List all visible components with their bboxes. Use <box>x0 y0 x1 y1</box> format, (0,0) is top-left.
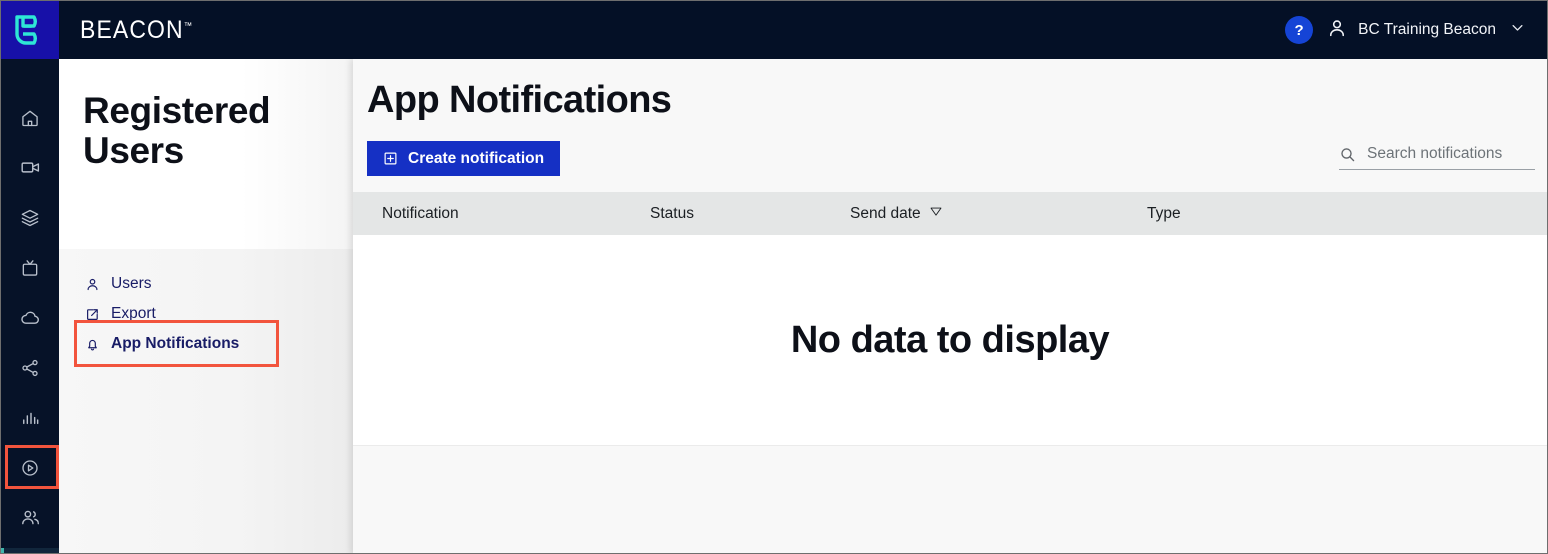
create-notification-label: Create notification <box>408 149 545 167</box>
sidebar-item-label: Users <box>111 275 152 292</box>
secondary-sidebar: Registered Users Users Export App Notifi… <box>59 59 353 553</box>
empty-state-message: No data to display <box>790 318 1110 361</box>
rail-item-home[interactable] <box>1 98 59 137</box>
layers-icon <box>20 208 40 228</box>
create-notification-button[interactable]: Create notification <box>367 141 561 176</box>
column-header-type[interactable]: Type <box>1147 205 1347 223</box>
sidebar-title: Registered Users <box>83 90 271 171</box>
search-icon <box>1339 146 1356 163</box>
help-button-label: ? <box>1294 21 1304 39</box>
video-icon <box>20 157 41 178</box>
share-icon <box>20 358 40 378</box>
search-notifications-field[interactable] <box>1339 145 1535 170</box>
bell-icon <box>85 337 100 352</box>
table-footer-area <box>353 446 1547 553</box>
account-name: BC Training Beacon <box>1358 21 1496 38</box>
main-content-panel: App Notifications Create notification Se… <box>353 59 1547 553</box>
play-circle-icon <box>20 458 40 478</box>
app-window: BEACON™ ? BC Training Beacon Registered … <box>0 0 1548 554</box>
column-header-status[interactable]: Status <box>650 205 850 223</box>
notifications-table-header: Notification Status Send date Type <box>353 192 1547 235</box>
column-header-send-date[interactable]: Send date <box>850 204 1147 223</box>
help-button[interactable]: ? <box>1285 16 1314 44</box>
notifications-table-body: No data to display <box>353 235 1547 446</box>
cloud-icon <box>20 307 41 328</box>
account-menu[interactable]: BC Training Beacon <box>1326 17 1525 44</box>
main-header: App Notifications Create notification <box>353 59 1547 192</box>
sidebar-item-users[interactable]: Users <box>59 269 353 299</box>
top-header-bar: BEACON™ ? BC Training Beacon <box>1 1 1547 59</box>
rail-item-media[interactable] <box>1 448 59 487</box>
rail-item-share[interactable] <box>1 348 59 387</box>
triangle-down-icon <box>929 204 943 223</box>
person-icon <box>1326 17 1348 44</box>
rail-item-cloud[interactable] <box>1 298 59 337</box>
sidebar-item-label: Export <box>111 305 156 322</box>
page-title: App Notifications <box>367 79 672 121</box>
sidebar-header: Registered Users <box>59 59 353 249</box>
person-icon <box>85 277 100 292</box>
rail-item-analytics[interactable] <box>1 398 59 437</box>
sidebar-nav: Users Export App Notifications <box>59 249 353 553</box>
brand-name: BEACON <box>80 15 184 44</box>
rail-item-video[interactable] <box>1 148 59 187</box>
header-actions: ? BC Training Beacon <box>1285 16 1547 44</box>
beacon-b-logo-icon[interactable] <box>1 1 59 59</box>
column-header-send-date-label: Send date <box>850 204 921 222</box>
brand-title: BEACON™ <box>80 16 192 45</box>
plus-square-icon <box>383 151 398 166</box>
tv-icon <box>20 258 40 278</box>
external-link-icon <box>85 307 100 322</box>
column-header-notification[interactable]: Notification <box>353 205 650 223</box>
chevron-down-icon <box>1510 20 1525 40</box>
search-input[interactable] <box>1367 145 1535 163</box>
icon-rail-sidebar <box>1 59 59 553</box>
sidebar-item-app-notifications[interactable]: App Notifications <box>59 329 353 359</box>
users-icon <box>20 507 41 528</box>
rail-item-layers[interactable] <box>1 198 59 237</box>
brand-trademark: ™ <box>183 20 193 31</box>
rail-item-tv[interactable] <box>1 248 59 287</box>
sidebar-item-export[interactable]: Export <box>59 299 353 329</box>
bar-chart-icon <box>20 408 40 428</box>
sidebar-item-label: App Notifications <box>111 335 240 352</box>
rail-item-registered-users[interactable] <box>1 548 59 553</box>
home-icon <box>20 108 40 128</box>
rail-item-users[interactable] <box>1 498 59 537</box>
